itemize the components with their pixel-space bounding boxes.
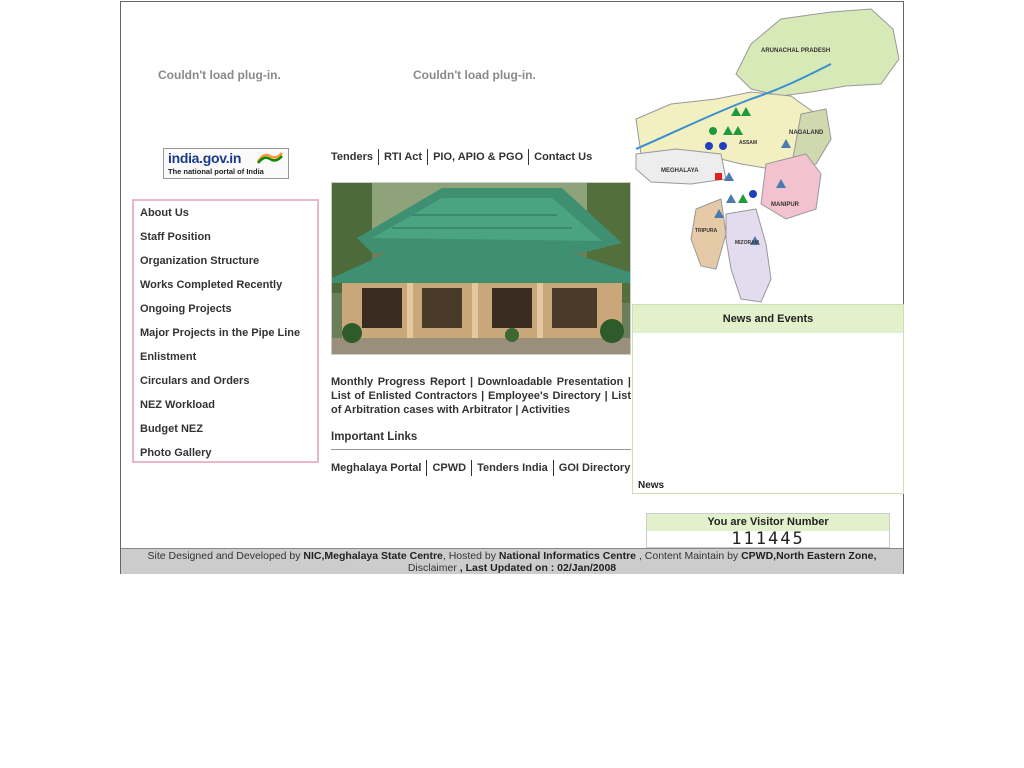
sidebar-item-enlistment[interactable]: Enlistment	[140, 351, 196, 363]
page-frame: Couldn't load plug-in. Couldn't load plu…	[120, 1, 904, 574]
tenders-link[interactable]: Tenders	[331, 151, 373, 163]
divider	[552, 460, 554, 476]
rti-act-link[interactable]: RTI Act	[384, 151, 422, 163]
map-label-manipur: MANIPUR	[771, 202, 800, 208]
last-updated: , Last Updated on : 02/Jan/2008	[459, 562, 617, 574]
map-label-arunachal: ARUNACHAL PRADESH	[761, 48, 830, 54]
footer-maintainer: CPWD,North Eastern Zone,	[741, 550, 877, 562]
separator: |	[627, 376, 631, 388]
employee-directory-link[interactable]: Employee's Directory	[488, 390, 601, 402]
downloadable-presentation-link[interactable]: Downloadable Presentation	[478, 376, 624, 388]
footer-host: National Informatics Centre	[498, 550, 637, 562]
divider	[426, 460, 428, 476]
divider	[471, 460, 473, 476]
map-label-tripura: TRIPURA	[695, 228, 718, 234]
footer-designer: NIC,Meghalaya State Centre	[303, 550, 443, 562]
plugin-error-right: Couldn't load plug-in.	[413, 68, 536, 82]
separator: |	[481, 390, 485, 402]
map-label-mizoram: MIZORAM	[735, 240, 759, 246]
visitor-count: 111445	[731, 529, 805, 549]
visitor-counter: You are Visitor Number 111445	[646, 513, 890, 548]
important-links-heading: Important Links	[331, 431, 418, 443]
important-links: Meghalaya Portal CPWD Tenders India GOI Dir…	[331, 460, 630, 476]
sidebar-item-staff-position[interactable]: Staff Position	[140, 231, 211, 243]
report-links: Monthly Progress Report | Downloadable P…	[331, 375, 631, 417]
separator: |	[469, 376, 474, 388]
news-item[interactable]: News	[638, 480, 664, 488]
footer-text: , Content Maintain by	[636, 550, 742, 562]
india-logo-subtitle: The national portal of India	[168, 167, 264, 176]
cpwd-link[interactable]: CPWD	[432, 462, 466, 474]
disclaimer-link[interactable]: Disclaimer	[408, 562, 460, 574]
divider	[427, 149, 429, 165]
sidebar-item-photo-gallery[interactable]: Photo Gallery	[140, 447, 212, 459]
goi-directory-link[interactable]: GOI Directory	[559, 462, 631, 474]
sidebar-item-ongoing-projects[interactable]: Ongoing Projects	[140, 303, 232, 315]
activities-link[interactable]: Activities	[521, 404, 570, 416]
news-scroller: News	[635, 333, 901, 488]
map-label-assam: ASSAM	[739, 140, 757, 146]
north-east-map: ARUNACHAL PRADESH NAGALAND ASSAM MEGHALA…	[631, 4, 903, 304]
sidebar-item-circulars[interactable]: Circulars and Orders	[140, 375, 249, 387]
divider	[528, 149, 530, 165]
divider	[377, 149, 379, 165]
sidebar-item-nez-workload[interactable]: NEZ Workload	[140, 399, 215, 411]
divider	[331, 449, 631, 450]
sidebar-item-major-projects[interactable]: Major Projects in the Pipe Line	[140, 327, 300, 339]
sidebar-item-about-us[interactable]: About Us	[140, 207, 189, 219]
footer-text: , Hosted by	[442, 550, 499, 562]
meghalaya-portal-link[interactable]: Meghalaya Portal	[331, 462, 421, 474]
office-building-photo	[331, 182, 631, 355]
sidebar-item-organization-structure[interactable]: Organization Structure	[140, 255, 259, 267]
sidebar-item-works-completed[interactable]: Works Completed Recently	[140, 279, 282, 291]
news-panel: News and Events News	[632, 304, 904, 494]
separator: |	[515, 404, 519, 416]
separator: |	[604, 390, 608, 402]
sidebar-nav: About Us Staff Position Organization Str…	[132, 199, 319, 463]
india-logo-title: india.gov.in	[168, 150, 242, 166]
top-links: Tenders RTI Act PIO, APIO & PGO Contact Us	[331, 149, 592, 165]
map-label-meghalaya: MEGHALAYA	[661, 168, 699, 174]
news-heading: News and Events	[633, 305, 903, 333]
enlisted-contractors-link[interactable]: List of Enlisted Contractors	[331, 390, 477, 402]
tenders-india-link[interactable]: Tenders India	[477, 462, 548, 474]
contact-us-link[interactable]: Contact Us	[534, 151, 592, 163]
map-label-nagaland: NAGALAND	[789, 130, 824, 136]
footer: Site Designed and Developed by NIC,Megha…	[121, 548, 903, 574]
sidebar-item-budget-nez[interactable]: Budget NEZ	[140, 423, 203, 435]
footer-text: Site Designed and Developed by	[147, 550, 304, 562]
plugin-error-left: Couldn't load plug-in.	[158, 68, 281, 82]
flag-icon	[256, 152, 283, 164]
monthly-progress-report-link[interactable]: Monthly Progress Report	[331, 376, 465, 388]
india-gov-logo-link[interactable]: india.gov.in The national portal of Indi…	[163, 148, 289, 179]
pio-link[interactable]: PIO, APIO & PGO	[433, 151, 523, 163]
